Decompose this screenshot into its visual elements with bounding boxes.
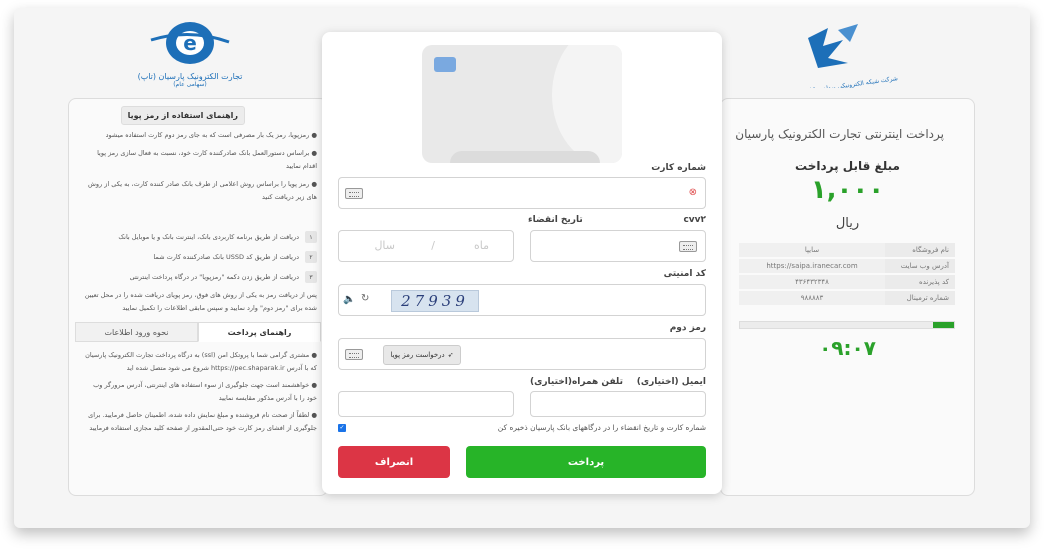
list-item: ● رمزپویا، رمز یک بار مصرفی است که به جا… (105, 131, 317, 139)
month-placeholder: ماه (473, 239, 489, 252)
captcha-input[interactable]: 🔈 ↻ 27939 (338, 284, 706, 316)
list-item: ۲ دریافت از طریق کد USSD بانک صادرکننده ک… (81, 247, 317, 267)
otp-steps: ۱ دریافت از طریق برنامه کاربردی بانک، این… (81, 227, 317, 287)
guide-list: ● مشتری گرامی شما با پروتکل امن (ssl) به… (81, 349, 317, 439)
countdown-timer: ۰۹:۰۷ (819, 336, 876, 360)
card-chip-icon (434, 57, 456, 72)
expiry-label: تاریخ انقضاء (528, 215, 583, 225)
cvv-label: cvv۲ (683, 215, 706, 225)
send-icon: ➶ (447, 351, 454, 359)
speaker-icon[interactable]: 🔈 (343, 294, 355, 305)
pec-name: تجارت الکترونیک پارسیان (تاپ) (137, 72, 243, 81)
help-title: راهنمای استفاده از رمز پویا (120, 106, 245, 125)
list-item: ● براساس دستورالعمل بانک صادرکننده کارت … (97, 149, 317, 170)
list-item: ● خواهشمند است جهت جلوگیری از سوء استفاد… (93, 381, 317, 402)
help-panel: راهنمای استفاده از رمز پویا ● رمزپویا، ر… (68, 98, 328, 496)
cvv-input[interactable] (530, 230, 706, 262)
mobile-label: تلفن همراه(اختیاری) (530, 377, 623, 387)
virtual-keyboard-icon[interactable] (679, 241, 697, 252)
year-placeholder: سال (374, 239, 395, 252)
mobile-input[interactable] (338, 391, 514, 417)
table-row: نام فروشگاه سایپا (739, 243, 955, 257)
amount-value: ۱,۰۰۰ (810, 175, 885, 205)
amount-label: مبلغ قابل پرداخت (795, 159, 900, 173)
save-card-label: شماره کارت و تاریخ انقضاء را در درگاههای… (497, 423, 706, 432)
list-item: ۱ دریافت از طریق برنامه کاربردی بانک، این… (81, 227, 317, 247)
table-row: آدرس وب سایت https://saipa.iranecar.com (739, 259, 955, 273)
card-illustration (422, 45, 622, 163)
svg-text:شرکت شبکه الکترونیکی پرداخت کا: شرکت شبکه الکترونیکی پرداخت کارت (801, 75, 898, 88)
email-label: ایمیل (اختیاری) (636, 377, 706, 387)
pin-label: رمز دوم (669, 323, 706, 333)
clear-icon[interactable]: ⊗ (689, 187, 697, 198)
pec-logo: e تجارت الکترونیک پارسیان (تاپ) (سهامی ع… (135, 20, 245, 92)
captcha-label: کد امنیتی (663, 269, 706, 279)
request-otp-button[interactable]: ➶ درخواست رمز پویا (383, 345, 461, 365)
pec-sub: (سهامی عام) (173, 81, 207, 88)
list-item: ● رمز پویا را براساس روش اعلامی از طرف ب… (87, 180, 317, 201)
merchant-info-table: نام فروشگاه سایپا آدرس وب سایت https://sai… (739, 241, 955, 307)
virtual-keyboard-icon[interactable] (345, 349, 363, 360)
card-number-input[interactable]: ⊗ (338, 177, 706, 209)
help-after-text: پس از دریافت رمز به یکی از روش های فوق، … (84, 291, 317, 312)
shaparak-logo: شرکت شبکه الکترونیکی پرداخت کارت (798, 18, 908, 95)
table-row: کد پذیرنده ۴۳۶۴۳۲۳۴۸ (739, 275, 955, 289)
card-number-label: شماره کارت (651, 163, 706, 173)
tab-payment-guide[interactable]: راهنمای پرداخت (198, 322, 321, 342)
save-card-checkbox[interactable]: ✓ (338, 423, 346, 432)
list-item: ۳ دریافت از طریق زدن دکمه "رمزپویا" در در… (81, 267, 317, 287)
payment-info-panel: پرداخت اینترنتی تجارت الکترونیک پارسیان … (720, 98, 975, 496)
gateway-title: پرداخت اینترنتی تجارت الکترونیک پارسیان (735, 127, 944, 141)
refresh-icon[interactable]: ↻ (361, 293, 369, 304)
second-pin-input[interactable]: ➶ درخواست رمز پویا (338, 338, 706, 370)
expiry-input[interactable]: ماه / سال (338, 230, 514, 262)
cancel-button[interactable]: انصراف (338, 446, 450, 478)
help-tabs: راهنمای پرداخت نحوه ورود اطلاعات (75, 322, 321, 342)
pay-button[interactable]: پرداخت (466, 446, 706, 478)
time-progress-bar (739, 321, 955, 329)
list-item: ● لطفاً از صحت نام فروشنده و مبلغ نمایش … (88, 411, 317, 432)
payment-form: شماره کارت ⊗ cvv۲ تاریخ انقضاء ماه / سال… (322, 32, 722, 494)
save-card-row: شماره کارت و تاریخ انقضاء را در درگاههای… (338, 423, 706, 432)
virtual-keyboard-icon[interactable] (345, 188, 363, 199)
currency-label: ریال (835, 216, 860, 231)
captcha-image: 27939 (391, 290, 479, 312)
tab-data-entry[interactable]: نحوه ورود اطلاعات (75, 322, 198, 342)
list-item: ● مشتری گرامی شما با پروتکل امن (ssl) به… (85, 351, 317, 372)
progress-fill (932, 322, 954, 328)
email-input[interactable] (530, 391, 706, 417)
help-list: ● رمزپویا، رمز یک بار مصرفی است که به جا… (81, 129, 317, 209)
table-row: شماره ترمینال ۹۸۸۸۸۳ (739, 291, 955, 305)
